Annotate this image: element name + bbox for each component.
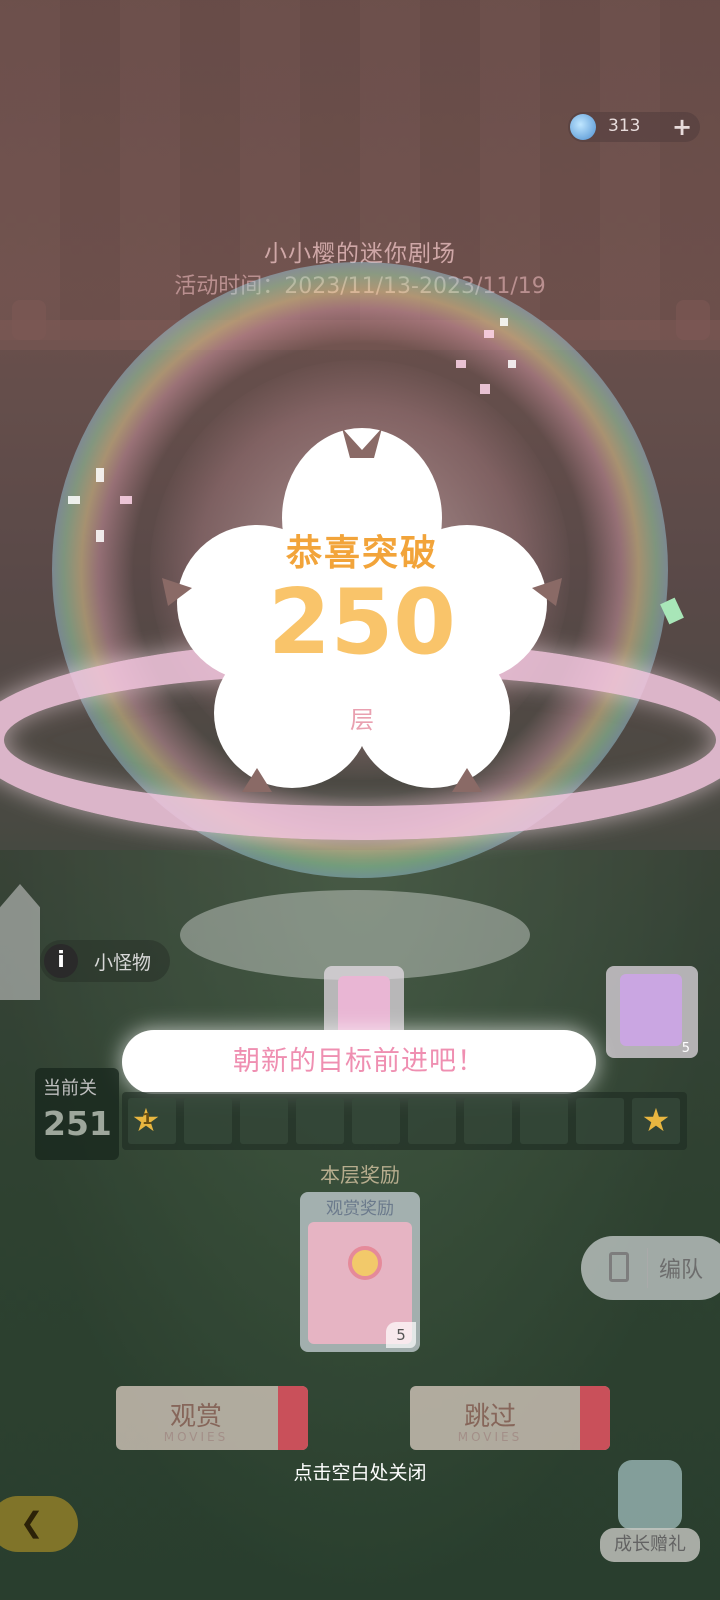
expand-menu-button[interactable]: ❮ bbox=[0, 1496, 78, 1552]
sparkle bbox=[96, 530, 104, 542]
gift-card-right[interactable]: 5 bbox=[606, 966, 698, 1058]
sparkle bbox=[484, 330, 494, 338]
info-icon: i bbox=[44, 944, 78, 978]
sparkle bbox=[500, 318, 508, 326]
floor-unit: 层 bbox=[350, 706, 374, 734]
start-badge-number: 1 bbox=[142, 1110, 153, 1128]
divider bbox=[647, 1248, 648, 1288]
reward-card[interactable]: 观赏奖励 5 bbox=[300, 1192, 420, 1352]
level-cell bbox=[520, 1098, 568, 1144]
congrats-headline: 恭喜突破 bbox=[285, 533, 438, 574]
level-progress-strip: ★ 1 ★ bbox=[122, 1092, 687, 1150]
gift-bag-icon bbox=[338, 976, 390, 1036]
skip-button[interactable]: 跳过 MOVIES bbox=[410, 1386, 610, 1450]
sparkle bbox=[96, 468, 104, 482]
reward-card-title: 观赏奖励 bbox=[326, 1199, 394, 1219]
watch-button[interactable]: 观赏 MOVIES bbox=[116, 1386, 308, 1450]
currency-counter: 313 + bbox=[568, 112, 700, 142]
level-cell bbox=[352, 1098, 400, 1144]
currency-value: 313 bbox=[608, 116, 641, 136]
heart-gift-bag-icon bbox=[620, 974, 682, 1046]
ticket-stub bbox=[580, 1386, 610, 1450]
skip-button-sub: MOVIES bbox=[457, 1430, 523, 1444]
card-icon bbox=[609, 1252, 629, 1282]
floor-number: 250 bbox=[268, 570, 456, 675]
arrow-icon: ❮ bbox=[20, 1506, 44, 1539]
crystal-gem-icon bbox=[570, 114, 596, 140]
sparkle bbox=[508, 360, 516, 368]
sparkle bbox=[68, 496, 80, 504]
ticket-stub bbox=[278, 1386, 308, 1450]
monster-label: 小怪物 bbox=[94, 952, 152, 974]
side-arrow-button[interactable] bbox=[0, 884, 40, 1000]
level-cell bbox=[296, 1098, 344, 1144]
current-level-value: 251 bbox=[43, 1104, 112, 1143]
reward-section-title: 本层奖励 bbox=[320, 1163, 400, 1187]
sparkle bbox=[456, 360, 466, 368]
next-reward-count: 5 bbox=[681, 1041, 690, 1056]
team-button[interactable]: 编队 bbox=[581, 1236, 720, 1300]
gift-box-icon bbox=[618, 1460, 682, 1530]
star-icon: ★ bbox=[641, 1101, 671, 1139]
level-cell bbox=[240, 1098, 288, 1144]
current-level-label: 当前关 bbox=[43, 1078, 97, 1099]
plus-icon[interactable]: + bbox=[672, 113, 692, 141]
watch-button-sub: MOVIES bbox=[163, 1430, 229, 1444]
medal-icon bbox=[348, 1246, 382, 1280]
current-level-box: 当前关 251 bbox=[35, 1068, 119, 1160]
level-cell bbox=[408, 1098, 456, 1144]
reward-count: 5 bbox=[386, 1322, 416, 1348]
encouragement-banner: 朝新的目标前进吧！ bbox=[122, 1030, 596, 1094]
level-cell bbox=[184, 1098, 232, 1144]
growth-gift-label: 成长赠礼 bbox=[600, 1528, 700, 1562]
monster-button[interactable]: i 小怪物 bbox=[40, 940, 170, 982]
watch-button-label: 观赏 bbox=[169, 1402, 222, 1432]
team-button-label: 编队 bbox=[659, 1258, 704, 1283]
sparkle bbox=[480, 384, 490, 394]
skip-button-label: 跳过 bbox=[463, 1402, 516, 1432]
sparkle bbox=[120, 496, 132, 504]
growth-gift-button[interactable]: 成长赠礼 bbox=[600, 1460, 700, 1568]
level-cell bbox=[576, 1098, 624, 1144]
level-cell bbox=[464, 1098, 512, 1144]
